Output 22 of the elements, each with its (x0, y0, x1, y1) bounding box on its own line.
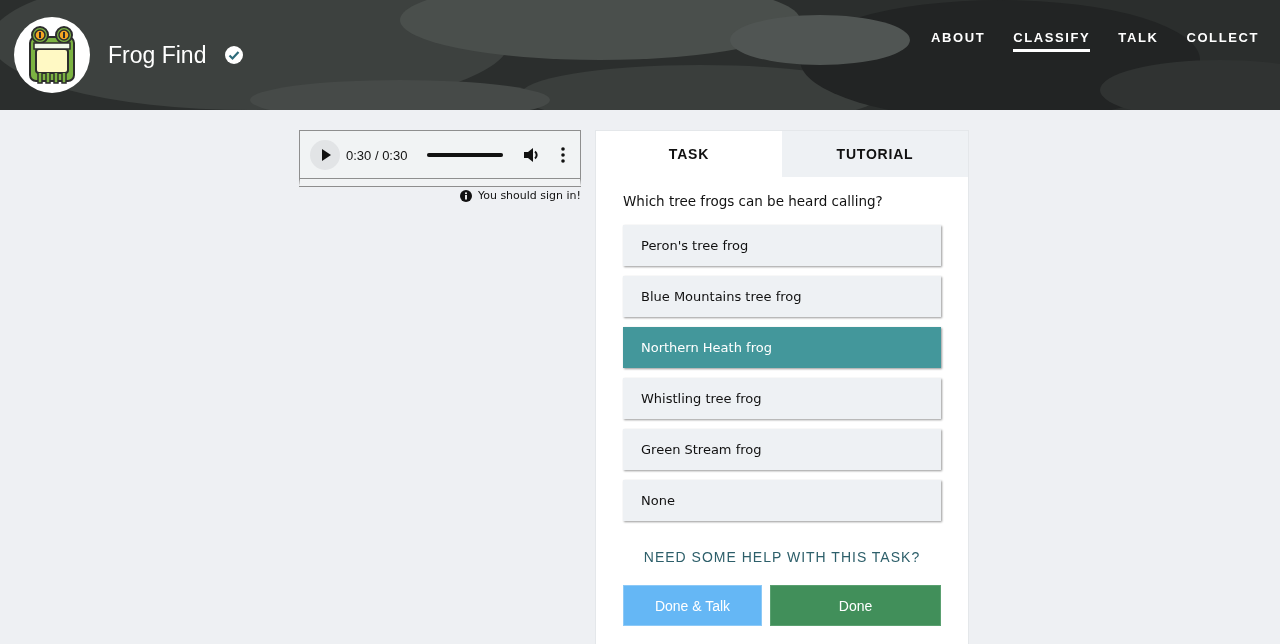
play-icon (321, 149, 331, 161)
answer-option[interactable]: Blue Mountains tree frog (623, 276, 941, 317)
time-display: 0:30 / 0:30 (346, 147, 408, 163)
sign-in-note: You should sign in! (477, 189, 581, 202)
nav-link[interactable]: COLLECT (1186, 28, 1259, 52)
info-icon (459, 189, 472, 202)
help-link[interactable]: NEED SOME HELP WITH THIS TASK? (643, 549, 921, 565)
answer-option[interactable]: None (623, 480, 941, 521)
nav-link[interactable]: ABOUT (931, 28, 986, 52)
answer-option[interactable]: Green Stream frog (623, 429, 941, 470)
task-question: Which tree frogs can be heard calling? (623, 193, 884, 209)
play-button[interactable] (310, 140, 340, 170)
seek-slider[interactable] (427, 153, 504, 157)
answer-option[interactable]: Whistling tree frog (623, 378, 941, 419)
done-button[interactable]: Done (770, 585, 941, 626)
frog-logo-drawing[interactable] (14, 17, 90, 93)
nav-link[interactable]: CLASSIFY (1013, 28, 1091, 52)
more-options-icon[interactable] (561, 147, 566, 163)
site-title[interactable]: Frog Find (108, 41, 207, 69)
tab[interactable]: TUTORIAL (782, 131, 968, 177)
answer-option[interactable]: Peron's tree frog (623, 225, 941, 266)
nav-link[interactable]: TALK (1118, 28, 1159, 52)
